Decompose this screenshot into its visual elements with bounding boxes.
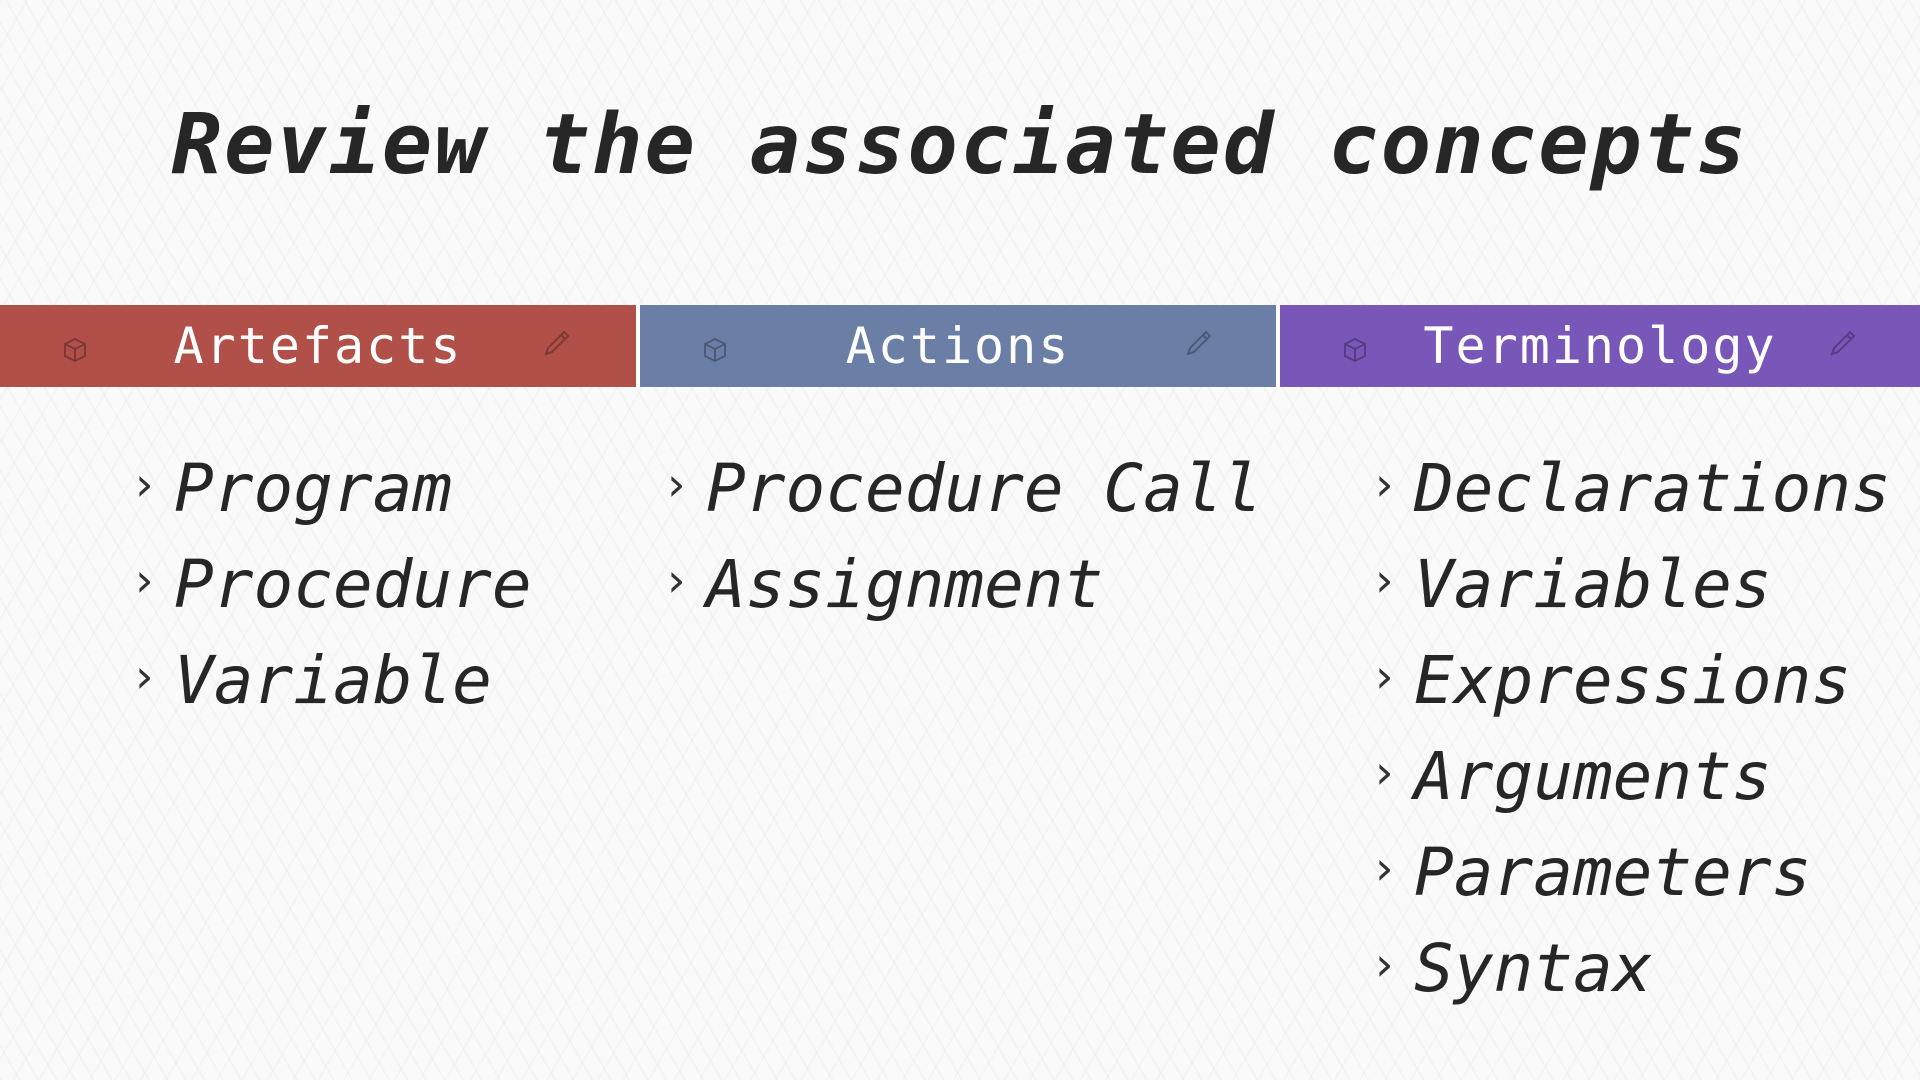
list-item: › Procedure: [130, 536, 532, 632]
list-item: › Program: [130, 440, 532, 536]
chevron-right-icon: ›: [130, 649, 158, 703]
list-item-label: Program: [174, 449, 453, 527]
actions-column: › Procedure Call › Assignment: [662, 440, 1262, 632]
chevron-right-icon: ›: [1370, 553, 1398, 607]
list-item-label: Declarations: [1414, 449, 1891, 527]
header-label: Actions: [845, 317, 1071, 375]
pencil-icon: [1184, 312, 1214, 370]
pencil-icon: [542, 312, 572, 370]
list-item: › Declarations: [1370, 440, 1891, 536]
chevron-right-icon: ›: [1370, 937, 1398, 991]
list-item: › Arguments: [1370, 728, 1891, 824]
list-item-label: Procedure Call: [706, 449, 1263, 527]
cube-icon: [1342, 317, 1368, 375]
slide-title: Review the associated concepts: [171, 95, 1749, 193]
artefacts-column: › Program › Procedure › Variable: [130, 440, 532, 728]
actions-list: › Procedure Call › Assignment: [662, 440, 1262, 632]
chevron-right-icon: ›: [130, 553, 158, 607]
list-item-label: Parameters: [1414, 833, 1812, 911]
list-item-label: Variable: [174, 641, 492, 719]
header-label: Artefacts: [173, 317, 463, 375]
list-item: › Syntax: [1370, 920, 1891, 1016]
cube-icon: [702, 317, 728, 375]
list-item-label: Syntax: [1414, 929, 1653, 1007]
chevron-right-icon: ›: [662, 553, 690, 607]
list-item: › Procedure Call: [662, 440, 1262, 536]
list-item-label: Expressions: [1414, 641, 1852, 719]
list-item: › Variable: [130, 632, 532, 728]
list-item: › Parameters: [1370, 824, 1891, 920]
cube-icon: [62, 317, 88, 375]
chevron-right-icon: ›: [1370, 649, 1398, 703]
header-label: Terminology: [1423, 317, 1777, 375]
list-item-label: Assignment: [706, 545, 1104, 623]
chevron-right-icon: ›: [662, 457, 690, 511]
list-item: › Variables: [1370, 536, 1891, 632]
terminology-column: › Declarations › Variables › Expressions…: [1370, 440, 1891, 1016]
terminology-list: › Declarations › Variables › Expressions…: [1370, 440, 1891, 1016]
category-header-band: Artefacts Actions Terminology: [0, 305, 1920, 387]
header-terminology: Terminology: [1280, 305, 1920, 387]
chevron-right-icon: ›: [130, 457, 158, 511]
pencil-icon: [1828, 312, 1858, 370]
header-artefacts: Artefacts: [0, 305, 636, 387]
list-item: › Assignment: [662, 536, 1262, 632]
list-item-label: Variables: [1414, 545, 1772, 623]
chevron-right-icon: ›: [1370, 457, 1398, 511]
chevron-right-icon: ›: [1370, 841, 1398, 895]
list-item-label: Procedure: [174, 545, 532, 623]
artefacts-list: › Program › Procedure › Variable: [130, 440, 532, 728]
header-actions: Actions: [640, 305, 1276, 387]
chevron-right-icon: ›: [1370, 745, 1398, 799]
list-item-label: Arguments: [1414, 737, 1772, 815]
list-item: › Expressions: [1370, 632, 1891, 728]
